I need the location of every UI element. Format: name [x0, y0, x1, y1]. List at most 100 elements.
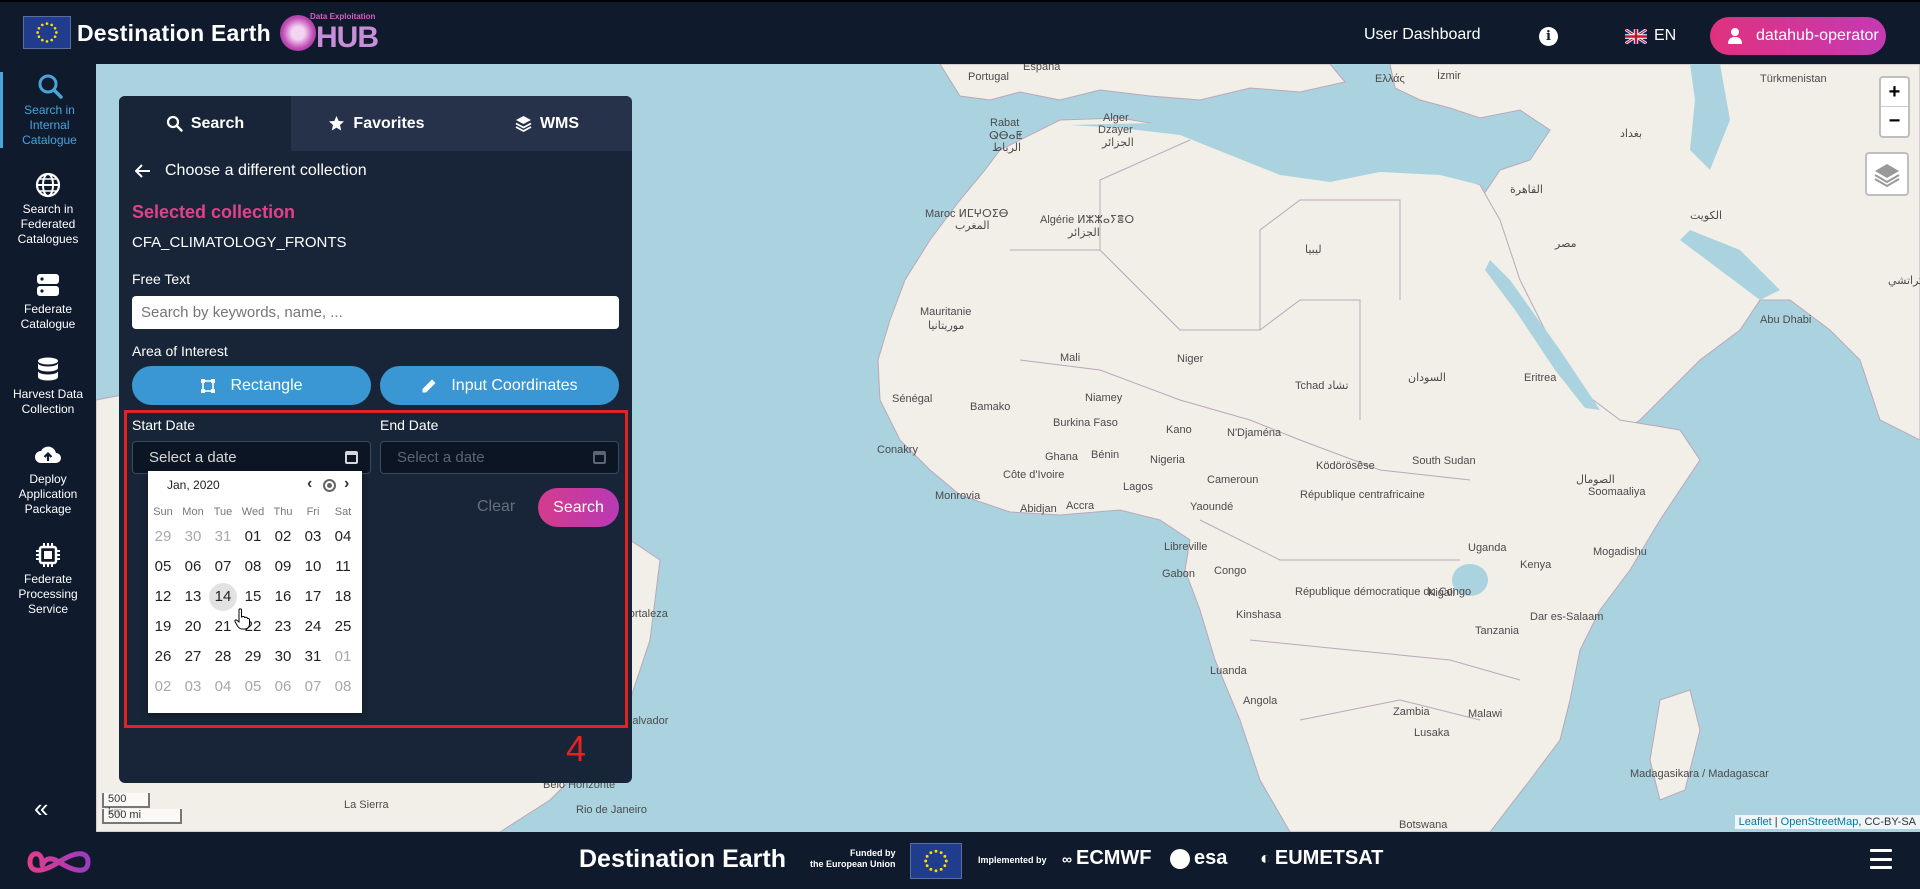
map-place-label: المغرب: [955, 220, 990, 232]
scale-mi: 500 mi: [102, 809, 182, 824]
info-icon[interactable]: i: [1539, 27, 1558, 46]
brand-title[interactable]: Destination Earth: [77, 20, 271, 47]
sidebar-item-label: Deploy Application Package: [18, 472, 78, 516]
map-place-label: Accra: [1066, 500, 1095, 512]
layers-icon: [515, 116, 532, 132]
user-dashboard-link[interactable]: User Dashboard: [1364, 26, 1481, 44]
pencil-icon: [422, 379, 436, 392]
map-place-label: İzmir: [1437, 70, 1461, 82]
sidebar-item-federate-processing[interactable]: Federate Processing Service: [0, 541, 96, 617]
user-name: datahub-operator: [1756, 27, 1879, 44]
map-place-label: Angola: [1243, 695, 1278, 707]
map-place-label: Bamako: [970, 401, 1011, 413]
sidebar-item-search-federated[interactable]: Search in Federated Catalogues: [0, 171, 96, 247]
map-place-label: Algérie ⵍⵣⵣⴰⵢⴻⵔ: [1040, 214, 1135, 226]
map-place-label: Nigeria: [1150, 454, 1185, 466]
sidebar-item-label: Search in Internal Catalogue: [22, 103, 77, 147]
map-place-label: Yaoundé: [1190, 501, 1234, 513]
rectangle-button-label: Rectangle: [230, 376, 303, 394]
user-menu-button[interactable]: datahub-operator: [1710, 17, 1886, 55]
esa-logo: esa: [1170, 847, 1227, 870]
sidebar-item-label: Harvest Data Collection: [12, 387, 84, 416]
map-place-label: Libreville: [1164, 541, 1208, 553]
map-place-label: Mauritanie: [920, 306, 972, 318]
input-coordinates-button[interactable]: Input Coordinates: [380, 366, 619, 405]
zoom-out-button[interactable]: −: [1881, 107, 1908, 136]
eumetsat-label: EUMETSAT: [1274, 847, 1384, 869]
map-place-label: Cameroun: [1207, 474, 1259, 486]
tab-search[interactable]: Search: [119, 96, 291, 151]
map-place-label: الجزائر: [1068, 227, 1100, 239]
map-place-label: Ghana: [1045, 451, 1079, 463]
free-text-input[interactable]: [132, 296, 619, 329]
map-place-label: Côte d'Ivoire: [1003, 469, 1065, 481]
map-place-label: كراتشي: [1888, 275, 1920, 287]
map-place-label: Rabat: [990, 117, 1020, 129]
zoom-in-button[interactable]: +: [1881, 78, 1908, 107]
osm-link[interactable]: OpenStreetMap: [1781, 816, 1859, 828]
map-place-label: Gabon: [1162, 568, 1196, 580]
language-selector[interactable]: EN: [1625, 27, 1676, 45]
map-place-label: Kenya: [1520, 559, 1552, 571]
map-place-label: Botswana: [1399, 819, 1448, 831]
map-place-label: بغداد: [1620, 128, 1643, 140]
rectangle-button[interactable]: Rectangle: [132, 366, 371, 405]
eu-flag-logo: [910, 843, 962, 879]
double-chevron-left-icon[interactable]: «: [34, 793, 48, 824]
map-place-label: Bénin: [1091, 449, 1120, 461]
funded-line-2: the European Union: [810, 859, 896, 869]
map-place-label: Niamey: [1085, 392, 1123, 404]
map-place-label: ليبيا: [1305, 244, 1322, 256]
input-coordinates-label: Input Coordinates: [451, 376, 578, 394]
panel-tabs: Search Favorites WMS: [119, 96, 632, 151]
tab-wms[interactable]: WMS: [462, 96, 632, 151]
map-place-label: Mali: [1060, 352, 1081, 364]
esa-label: esa: [1194, 847, 1228, 869]
data-hub-logo[interactable]: Data Exploitation HUB: [278, 12, 379, 54]
uk-flag-icon: [1625, 28, 1647, 44]
map-place-label: South Sudan: [1412, 455, 1476, 467]
sidebar-item-search-internal[interactable]: Search in Internal Catalogue: [0, 72, 96, 148]
map-place-label: Rio de Janeiro: [576, 804, 647, 816]
sidebar-item-label: Search in Federated Catalogues: [17, 202, 79, 246]
chip-icon: [36, 543, 60, 567]
tab-label: Favorites: [353, 114, 425, 132]
hamburger-menu-icon[interactable]: [1870, 849, 1892, 869]
free-text-label: Free Text: [132, 271, 191, 287]
arrow-left-icon: [135, 164, 150, 178]
selected-collection-label: Selected collection: [132, 202, 296, 222]
map-place-label: Lusaka: [1414, 727, 1450, 739]
rectangle-select-icon: [201, 378, 216, 393]
map-place-label: Eritrea: [1524, 372, 1557, 384]
map-place-label: Portugal: [968, 71, 1009, 83]
map-place-label: Abidjan: [1020, 503, 1057, 515]
scale-km: 500 km: [102, 793, 150, 818]
map-place-label: الكويت: [1690, 210, 1723, 222]
server-icon: [37, 274, 59, 296]
sidebar-item-label: Federate Catalogue: [20, 302, 76, 331]
map-place-label: مصر: [1555, 238, 1577, 250]
sidebar-item-deploy[interactable]: Deploy Application Package: [0, 441, 96, 517]
implemented-by-text: Implemented by: [978, 855, 1047, 865]
footer: Destination Earth Funded by the European…: [0, 832, 1920, 889]
map-place-label: Luanda: [1210, 665, 1247, 677]
area-of-interest-label: Area of Interest: [132, 343, 228, 359]
map-place-label: République démocratique du Congo: [1295, 586, 1472, 598]
eu-flag-logo: [23, 16, 71, 49]
sidebar-item-harvest[interactable]: Harvest Data Collection: [0, 356, 96, 417]
license-text: , CC-BY-SA: [1858, 816, 1916, 828]
eumetsat-logo: ◐ EUMETSAT: [1260, 847, 1384, 869]
map-place-label: Dzayer: [1098, 124, 1133, 136]
map-place-label: Uganda: [1468, 542, 1507, 554]
back-to-collections[interactable]: Choose a different collection: [135, 162, 367, 180]
map-place-label: Lagos: [1123, 481, 1153, 493]
layers-control[interactable]: [1865, 152, 1909, 196]
map-place-label: España: [1023, 64, 1061, 73]
sidebar-item-federate-catalogue[interactable]: Federate Catalogue: [0, 271, 96, 332]
map-place-label: الصومال: [1576, 474, 1615, 486]
funded-line-1: Funded by: [850, 848, 896, 858]
map-place-label: Dar es-Salaam: [1530, 611, 1604, 623]
tab-favorites[interactable]: Favorites: [291, 96, 462, 151]
leaflet-link[interactable]: Leaflet: [1739, 816, 1772, 828]
map-place-label: Congo: [1214, 565, 1247, 577]
